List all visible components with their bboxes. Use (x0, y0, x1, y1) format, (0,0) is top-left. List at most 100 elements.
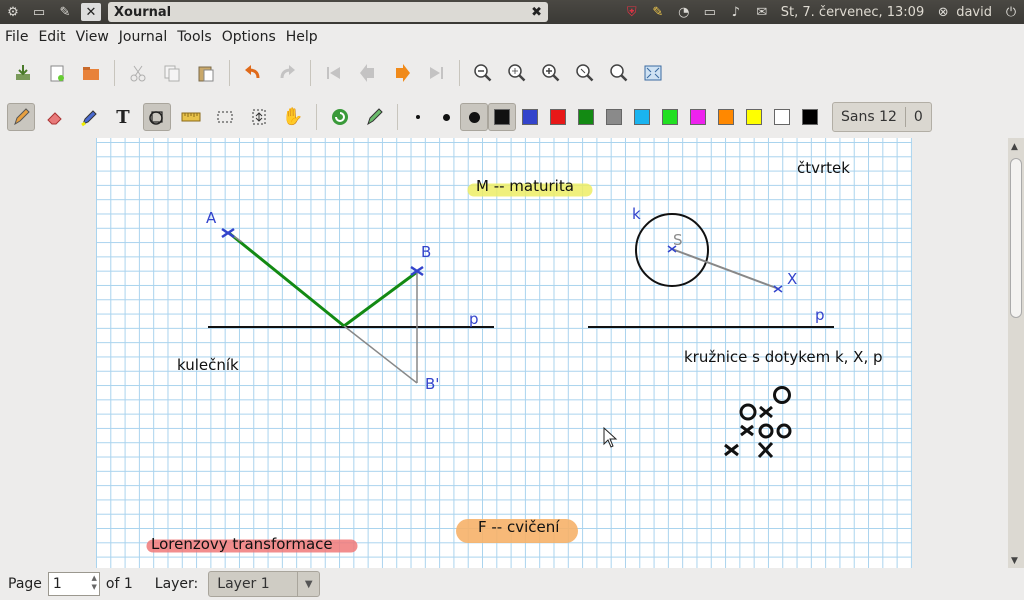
cross (757, 441, 774, 459)
wifi-icon[interactable]: ◔ (674, 3, 694, 21)
text-icon[interactable]: T (109, 103, 137, 131)
layer-label: Layer: (154, 576, 199, 592)
close-window-icon[interactable]: ✖ (531, 5, 542, 20)
layer-select[interactable]: Layer 1 ▼ (208, 571, 321, 597)
color-light-blue-button[interactable] (628, 103, 656, 131)
zoom-set-icon[interactable] (605, 59, 633, 87)
text-cviceni: F -- cvičení (478, 518, 560, 536)
font-extra: 0 (913, 109, 923, 125)
color-swatch (774, 109, 790, 125)
color-red-button[interactable] (544, 103, 572, 131)
label-b: B (421, 243, 432, 261)
new-icon[interactable] (43, 59, 71, 87)
eraser-icon[interactable] (41, 103, 69, 131)
select-rectangle-icon[interactable] (211, 103, 239, 131)
vertical-scrollbar[interactable]: ▲ ▼ (1008, 138, 1024, 568)
first-page-icon[interactable] (320, 59, 348, 87)
chevron-down-icon[interactable]: ▼ (297, 572, 319, 596)
menu-file[interactable]: File (0, 29, 33, 45)
main-toolbar (0, 56, 1024, 90)
copy-icon[interactable] (158, 59, 186, 87)
path-a-to-p (228, 231, 345, 328)
menu-options[interactable]: Options (217, 29, 281, 45)
label-a: A (206, 209, 217, 227)
font-button[interactable]: Sans 12 0 (832, 102, 932, 132)
nought (773, 386, 791, 404)
window-task-button[interactable]: Xournal ✖ (108, 2, 548, 22)
menu-edit[interactable]: Edit (33, 29, 70, 45)
separator (459, 60, 460, 86)
update-shield-icon[interactable]: ⛨ (622, 3, 642, 21)
undo-icon[interactable] (239, 59, 267, 87)
default-tool-icon[interactable] (326, 103, 354, 131)
zoom-page-width-icon[interactable] (503, 59, 531, 87)
pen-icon[interactable] (7, 103, 35, 131)
color-swatch (578, 109, 594, 125)
notes-icon[interactable]: ✎ (648, 3, 668, 21)
thickness-medium-button[interactable] (432, 103, 460, 131)
paste-icon[interactable] (192, 59, 220, 87)
cross (724, 443, 739, 457)
menu-tools[interactable]: Tools (172, 29, 217, 45)
menu-view[interactable]: View (71, 29, 114, 45)
prev-page-icon[interactable] (354, 59, 382, 87)
color-white-button[interactable] (768, 103, 796, 131)
xournal-app-icon[interactable]: ✕ (81, 3, 101, 21)
color-orange-button[interactable] (712, 103, 740, 131)
separator (397, 104, 398, 130)
menu-journal[interactable]: Journal (114, 29, 172, 45)
color-blue-button[interactable] (516, 103, 544, 131)
thickness-thick-button[interactable] (460, 103, 488, 131)
save-icon[interactable] (9, 59, 37, 87)
text-editor-icon[interactable]: ✎ (55, 3, 75, 21)
label-p-right: p (815, 306, 825, 324)
color-swatch (550, 109, 566, 125)
ubuntu-logo-icon[interactable]: ⚙ (3, 3, 23, 21)
scroll-up-icon[interactable]: ▲ (1011, 142, 1018, 152)
volume-icon[interactable]: ♪ (726, 3, 746, 21)
user-status-icon[interactable]: ⊗ (933, 3, 953, 21)
username[interactable]: david (956, 5, 992, 20)
color-green-button[interactable] (572, 103, 600, 131)
highlighter-icon[interactable] (75, 103, 103, 131)
mouse-pointer-icon (603, 426, 618, 448)
next-page-icon[interactable] (388, 59, 416, 87)
color-swatch (746, 109, 762, 125)
zoom-normal-icon[interactable] (571, 59, 599, 87)
battery-icon[interactable]: ▭ (700, 3, 720, 21)
page-number-value: 1 (52, 576, 62, 592)
shape-recognizer-icon[interactable] (143, 103, 171, 131)
menu-help[interactable]: Help (281, 29, 323, 45)
color-magenta-button[interactable] (684, 103, 712, 131)
canvas-area[interactable]: A B B' p p k S X kulečník čtvrtek M -- m… (0, 138, 1008, 568)
last-page-icon[interactable] (422, 59, 450, 87)
color-gray-button[interactable] (600, 103, 628, 131)
power-icon[interactable]: ⏻ (1001, 3, 1021, 21)
open-icon[interactable] (77, 59, 105, 87)
page-spinner-icon[interactable]: ▲ ▼ (92, 574, 97, 592)
default-pen-icon[interactable] (360, 103, 388, 131)
color-light-green-button[interactable] (656, 103, 684, 131)
page-number-input[interactable]: 1 ▲ ▼ (47, 572, 100, 596)
label-p-left: p (469, 310, 479, 328)
journal-page[interactable]: A B B' p p k S X kulečník čtvrtek M -- m… (96, 138, 912, 568)
mail-icon[interactable]: ✉ (752, 3, 772, 21)
color-yellow-button[interactable] (740, 103, 768, 131)
thickness-fine-button[interactable] (404, 103, 432, 131)
vertical-space-icon[interactable] (245, 103, 273, 131)
color-custom-button[interactable] (796, 103, 824, 131)
redo-icon[interactable] (273, 59, 301, 87)
cut-icon[interactable] (124, 59, 152, 87)
zoom-in-icon[interactable] (537, 59, 565, 87)
file-manager-icon[interactable]: ▭ (29, 3, 49, 21)
cross (740, 424, 754, 437)
hand-icon[interactable]: ✋ (279, 103, 307, 131)
scroll-thumb[interactable] (1010, 158, 1022, 318)
clock[interactable]: St, 7. červenec, 13:09 (781, 5, 924, 20)
fullscreen-icon[interactable] (639, 59, 667, 87)
separator (114, 60, 115, 86)
zoom-out-icon[interactable] (469, 59, 497, 87)
ruler-icon[interactable] (177, 103, 205, 131)
color-black-button[interactable] (488, 103, 516, 131)
scroll-down-icon[interactable]: ▼ (1011, 556, 1018, 566)
